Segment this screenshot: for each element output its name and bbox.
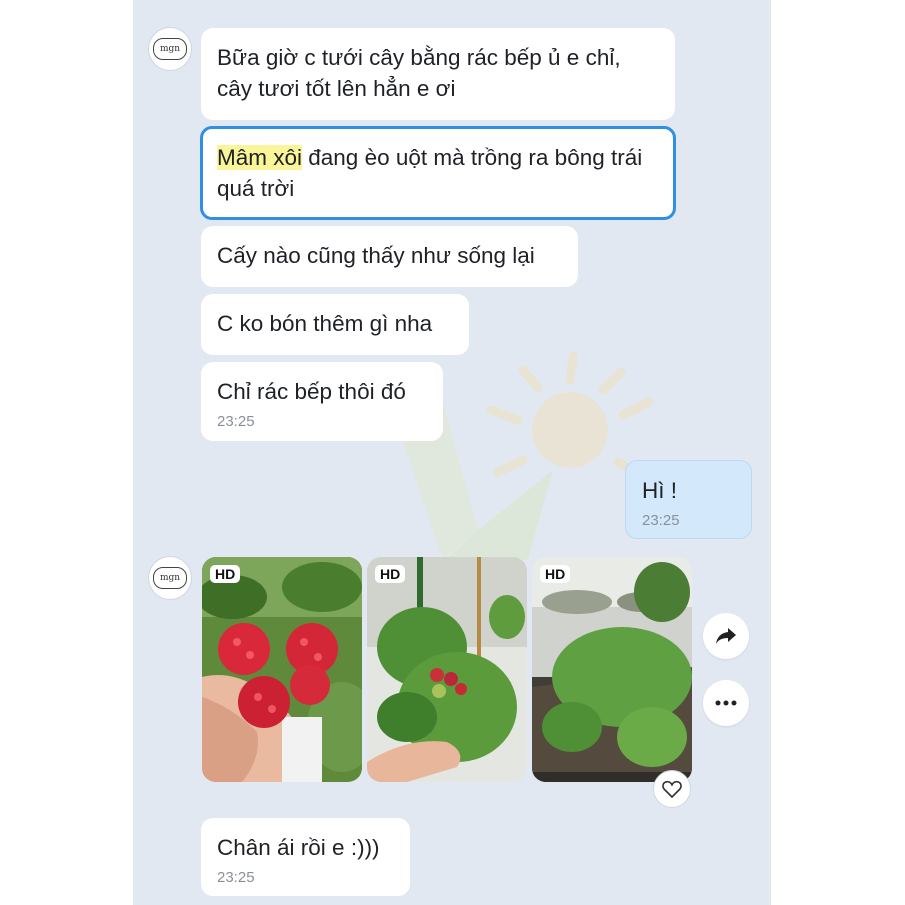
message-bubble[interactable]: Chỉ rác bếp thôi đó 23:25 (201, 362, 443, 441)
chat-area[interactable]: mgn Bữa giờ c tưới cây bằng rác bếp ủ e … (133, 0, 771, 905)
message-time: 23:25 (642, 512, 680, 529)
react-button[interactable] (653, 770, 691, 808)
hd-badge: HD (540, 565, 571, 583)
raspberry-plant-photo (367, 557, 527, 782)
contact-avatar[interactable]: mgn (148, 556, 192, 600)
highlighted-text: Mâm xôi (217, 145, 303, 170)
message-text: C ko bón thêm gì nha (217, 311, 433, 336)
more-dots-icon (715, 700, 737, 706)
message-text: Cấy nào cũng thấy như sống lại (217, 243, 535, 268)
message-bubble-selected[interactable]: Mâm xôi đang èo uột mà trồng ra bông trá… (200, 126, 676, 220)
message-text: Hì ! (642, 478, 678, 503)
message-bubble[interactable]: Chân ái rồi e :))) 23:25 (201, 818, 410, 896)
message-bubble[interactable]: Bữa giờ c tưới cây bằng rác bếp ủ e chỉ,… (201, 28, 675, 120)
photo-thumbnail[interactable]: HD (202, 557, 362, 782)
raspberries-photo (202, 557, 362, 782)
message-text: Bữa giờ c tưới cây bằng rác bếp ủ e chỉ,… (217, 45, 621, 101)
share-arrow-icon (716, 628, 736, 644)
avatar-logo: mgn (153, 567, 187, 589)
photo-thumbnail[interactable]: HD (532, 557, 692, 782)
photo-thumbnail[interactable]: HD (367, 557, 527, 782)
message-bubble[interactable]: C ko bón thêm gì nha (201, 294, 469, 355)
more-options-button[interactable] (703, 680, 749, 726)
message-text: Mâm xôi đang èo uột mà trồng ra bông trá… (217, 142, 657, 204)
avatar-logo: mgn (153, 38, 187, 60)
my-message-bubble[interactable]: Hì ! 23:25 (625, 460, 752, 539)
message-bubble[interactable]: Cấy nào cũng thấy như sống lại (201, 226, 578, 287)
heart-icon (662, 780, 682, 798)
hd-badge: HD (375, 565, 406, 583)
hd-badge: HD (210, 565, 241, 583)
message-text: Chỉ rác bếp thôi đó (217, 379, 406, 404)
message-time: 23:25 (217, 869, 255, 886)
share-button[interactable] (703, 613, 749, 659)
contact-avatar[interactable]: mgn (148, 27, 192, 71)
message-text: Chân ái rồi e :))) (217, 835, 380, 860)
planter-photo (532, 557, 692, 782)
message-time: 23:25 (217, 413, 255, 430)
